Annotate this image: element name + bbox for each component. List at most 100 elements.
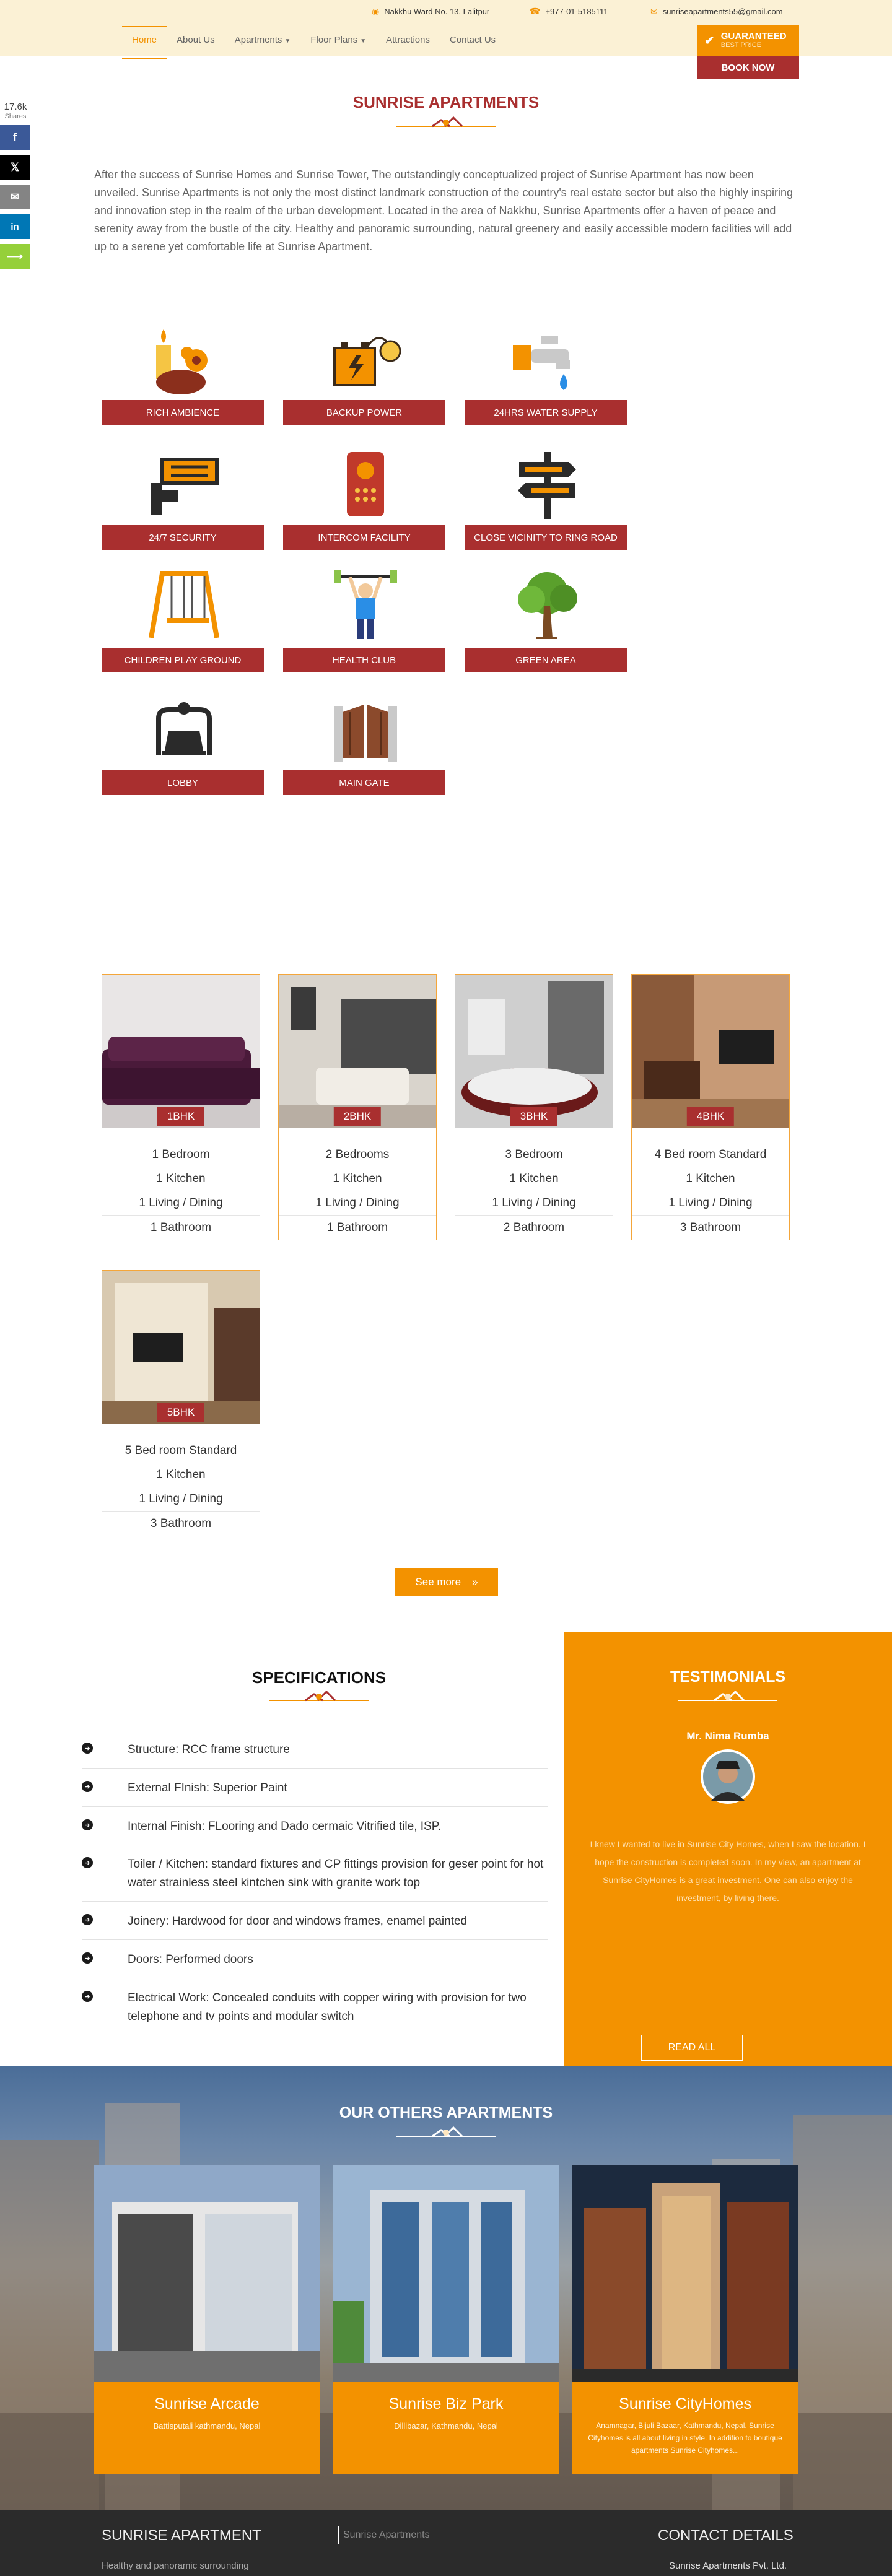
apartment-photo: 5BHK — [102, 1271, 260, 1424]
apartment-card-1bhk[interactable]: 1BHK 1 Bedroom 1 Kitchen 1 Living / Dini… — [102, 974, 260, 1240]
other-apartment-card[interactable]: Sunrise Arcade Battisputali kathmandu, N… — [94, 2165, 320, 2474]
swing-icon — [149, 571, 219, 638]
sunrise-biz-park-building — [333, 2165, 559, 2382]
phone-info[interactable]: ☎ +977-01-5185111 — [530, 6, 608, 17]
guarantee-title: GUARANTEED — [720, 31, 787, 41]
arrow-right-circle-icon: ➜ — [82, 1952, 93, 1964]
other-apartment-card[interactable]: Sunrise Biz Park Dillibazar, Kathmandu, … — [333, 2165, 559, 2474]
apartment-photo: 4BHK — [632, 975, 789, 1128]
sunrise-divider-icon — [396, 116, 496, 128]
apartment-detail-row: 1 Kitchen — [102, 1463, 260, 1487]
email-info[interactable]: ✉ sunriseapartments55@gmail.com — [650, 6, 783, 17]
amenity-play-ground: CHILDREN PLAY GROUND — [102, 648, 264, 672]
other-apartment-location: Anamnagar, Bijuli Bazaar, Kathmandu, Nep… — [588, 2421, 782, 2455]
twitter-share-button[interactable]: 𝕏 — [0, 155, 30, 180]
apartment-badge: 3BHK — [510, 1107, 558, 1126]
sunrise-arcade-building — [94, 2165, 320, 2382]
spec-item: ➜ External FInish: Superior Paint — [82, 1779, 548, 1807]
weightlifter-icon — [334, 570, 397, 639]
tree-icon — [518, 572, 577, 639]
sofa-photo — [102, 975, 260, 1128]
facebook-icon: f — [13, 131, 17, 144]
main-nav: Home About Us Apartments ▼ Floor Plans ▼ A… — [122, 26, 505, 59]
amenity-intercom: INTERCOM FACILITY — [283, 525, 445, 550]
apartment-badge: 5BHK — [157, 1403, 205, 1422]
living-room-photo — [279, 975, 436, 1128]
arrow-right-circle-icon: ➜ — [82, 1914, 93, 1925]
apartment-badge: 2BHK — [333, 1107, 382, 1126]
footer-contact-text: Sunrise Apartments Pvt. Ltd. — [669, 2561, 787, 2571]
share-label: Shares — [4, 113, 27, 120]
nav-floor-plans[interactable]: Floor Plans ▼ — [300, 30, 376, 50]
other-apartment-card[interactable]: Sunrise CityHomes Anamnagar, Bijuli Baza… — [572, 2165, 798, 2474]
footer-contact-title: CONTACT DETAILS — [658, 2527, 794, 2544]
signpost-icon — [518, 452, 576, 519]
spec-item: ➜ Structure: RCC frame structure — [82, 1741, 548, 1769]
apartment-detail-row: 1 Living / Dining — [279, 1191, 436, 1216]
amenity-green-area: GREEN AREA — [465, 648, 627, 672]
gate-icon — [334, 705, 397, 762]
email-share-button[interactable]: ✉ — [0, 185, 30, 209]
spec-item: ➜ Toiler / Kitchen: standard fixtures an… — [82, 1855, 548, 1902]
apartment-detail-row: 1 Kitchen — [102, 1167, 260, 1191]
footer-brand-text: Healthy and panoramic surrounding — [102, 2561, 249, 2571]
apartment-detail-row: 1 Bathroom — [326, 1221, 388, 1234]
spec-item: ➜ Internal Finish: FLooring and Dado cer… — [82, 1817, 548, 1845]
footer-search-input[interactable]: Sunrise Apartments — [338, 2526, 474, 2544]
other-apartment-name[interactable]: Sunrise Biz Park — [333, 2395, 559, 2413]
amenity-ring-road: CLOSE VICINITY TO RING ROAD — [465, 525, 627, 550]
linkedin-share-button[interactable]: in — [0, 214, 30, 239]
x-twitter-icon: 𝕏 — [10, 160, 20, 173]
amenity-backup-power: BACKUP POWER — [283, 400, 445, 425]
book-now-button[interactable]: BOOK NOW — [697, 56, 799, 79]
apartment-detail-row: 1 Kitchen — [279, 1167, 436, 1191]
apartment-card-4bhk[interactable]: 4BHK 4 Bed room Standard 1 Kitchen 1 Liv… — [631, 974, 790, 1240]
apartment-badge: 1BHK — [157, 1107, 205, 1126]
apartment-detail-row: 4 Bed room Standard — [632, 1143, 789, 1167]
building-photo — [572, 2165, 798, 2382]
apartment-photo: 2BHK — [279, 975, 436, 1128]
apartment-card-5bhk[interactable]: 5BHK 5 Bed room Standard 1 Kitchen 1 Liv… — [102, 1270, 260, 1536]
apartment-badge: 4BHK — [686, 1107, 735, 1126]
building-photo — [333, 2165, 559, 2382]
sunrise-divider-icon — [678, 1690, 777, 1702]
apartment-detail-row: 3 Bathroom — [150, 1516, 212, 1530]
guaranteed-best-price-banner[interactable]: ✔ GUARANTEED BEST PRICE — [697, 25, 799, 56]
nav-home[interactable]: Home — [122, 26, 167, 59]
amenity-water-supply: 24HRS WATER SUPPLY — [465, 400, 627, 425]
specifications-title: SPECIFICATIONS — [251, 1668, 387, 1687]
site-header: ◉ Nakkhu Ward No. 13, Lalitpur ☎ +977-01… — [0, 0, 892, 59]
envelope-icon: ✉ — [650, 6, 658, 16]
see-more-button[interactable]: See more» — [395, 1568, 498, 1596]
about-paragraph: After the success of Sunrise Homes and S… — [94, 168, 794, 253]
building-photo — [94, 2165, 320, 2382]
nav-attractions[interactable]: Attractions — [376, 30, 440, 50]
phone-text[interactable]: +977-01-5185111 — [545, 7, 608, 16]
other-apartments-title: OUR OTHERS APARTMENTS — [339, 2104, 553, 2121]
spec-item: ➜ Electrical Work: Concealed conduits wi… — [82, 1989, 548, 2035]
intercom-icon — [347, 452, 384, 516]
apartment-card-2bhk[interactable]: 2BHK 2 Bedrooms 1 Kitchen 1 Living / Din… — [278, 974, 437, 1240]
testimonial-quote: I knew I wanted to live in Sunrise City … — [590, 1839, 866, 1903]
arrow-right-circle-icon: ➜ — [82, 1743, 93, 1754]
phone-icon: ☎ — [530, 6, 541, 16]
email-text[interactable]: sunriseapartments55@gmail.com — [663, 7, 783, 16]
amenity-lobby: LOBBY — [102, 770, 264, 795]
page-title: SUNRISE APARTMENTS — [352, 93, 540, 111]
nav-contact-us[interactable]: Contact Us — [440, 30, 505, 50]
facebook-share-button[interactable]: f — [0, 125, 30, 150]
avatar — [701, 1749, 755, 1804]
arrow-right-circle-icon: ➜ — [82, 1991, 93, 2002]
generic-share-button[interactable]: ⟶ — [0, 244, 30, 269]
address-info: ◉ Nakkhu Ward No. 13, Lalitpur — [372, 6, 489, 17]
interior-photo — [632, 975, 789, 1128]
testimonials-panel: TESTIMONIALS Mr. Nima Rumba I knew I wan… — [564, 1632, 892, 2066]
nav-about-us[interactable]: About Us — [167, 30, 225, 50]
other-apartment-location: Battisputali kathmandu, Nepal — [153, 2421, 261, 2430]
water-tap-icon — [513, 336, 570, 390]
read-all-button[interactable]: READ ALL — [641, 2035, 743, 2061]
apartment-card-3bhk[interactable]: 3BHK 3 Bedroom 1 Kitchen 1 Living / Dini… — [455, 974, 613, 1240]
other-apartment-name[interactable]: Sunrise CityHomes — [572, 2395, 798, 2413]
other-apartment-name[interactable]: Sunrise Arcade — [94, 2395, 320, 2413]
nav-apartments[interactable]: Apartments ▼ — [225, 30, 301, 50]
